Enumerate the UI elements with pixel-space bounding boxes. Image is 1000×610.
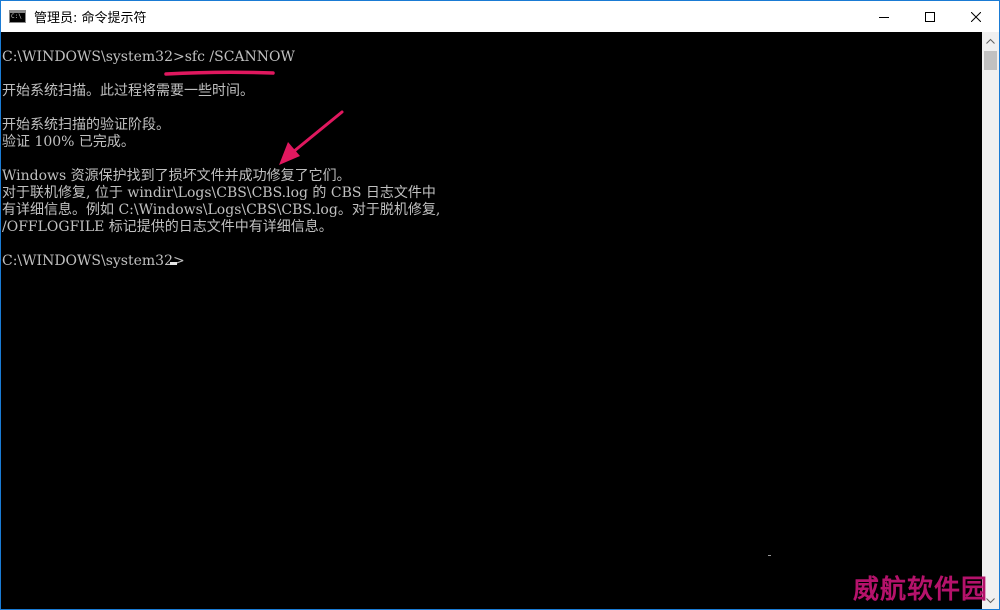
console-line: 对于联机修复, 位于 windir\Logs\CBS\CBS.log 的 CBS… bbox=[2, 185, 436, 201]
console-line: 有详细信息。例如 C:\Windows\Logs\CBS\CBS.log。对于脱… bbox=[2, 202, 441, 218]
watermark: 威航软件园 bbox=[853, 575, 989, 605]
text-cursor bbox=[170, 262, 177, 265]
maximize-icon bbox=[925, 11, 935, 22]
close-button[interactable] bbox=[953, 1, 999, 32]
scroll-thumb[interactable] bbox=[984, 51, 997, 70]
console-line: 开始系统扫描的验证阶段。 bbox=[2, 117, 170, 133]
console-line: 开始系统扫描。此过程将需要一些时间。 bbox=[2, 83, 254, 99]
console-output[interactable]: C:\WINDOWS\system32>sfc /SCANNOW 开始系统扫描。… bbox=[1, 32, 982, 609]
console-line: 验证 100% 已完成。 bbox=[2, 134, 135, 150]
minimize-icon bbox=[879, 16, 889, 18]
screen-speck bbox=[768, 555, 771, 556]
cmd-icon[interactable] bbox=[9, 10, 26, 23]
console-line: /OFFLOGFILE 标记提供的日志文件中有详细信息。 bbox=[2, 219, 333, 235]
vertical-scrollbar[interactable] bbox=[982, 32, 999, 609]
console-line: Windows 资源保护找到了损坏文件并成功修复了它们。 bbox=[2, 168, 351, 184]
command-prompt-window: 管理员: 命令提示符 C:\WINDOWS\system32>sfc /SCA bbox=[0, 0, 1000, 610]
chevron-up-icon bbox=[986, 38, 995, 44]
minimize-button[interactable] bbox=[861, 1, 907, 32]
title-bar[interactable]: 管理员: 命令提示符 bbox=[1, 1, 999, 32]
console-line-command: C:\WINDOWS\system32>sfc /SCANNOW bbox=[2, 49, 295, 65]
maximize-button[interactable] bbox=[907, 1, 953, 32]
console-prompt: C:\WINDOWS\system32> bbox=[2, 253, 185, 269]
scroll-up-button[interactable] bbox=[982, 32, 999, 49]
window-title: 管理员: 命令提示符 bbox=[34, 11, 147, 26]
close-icon bbox=[971, 11, 981, 22]
caption-buttons bbox=[861, 1, 999, 32]
